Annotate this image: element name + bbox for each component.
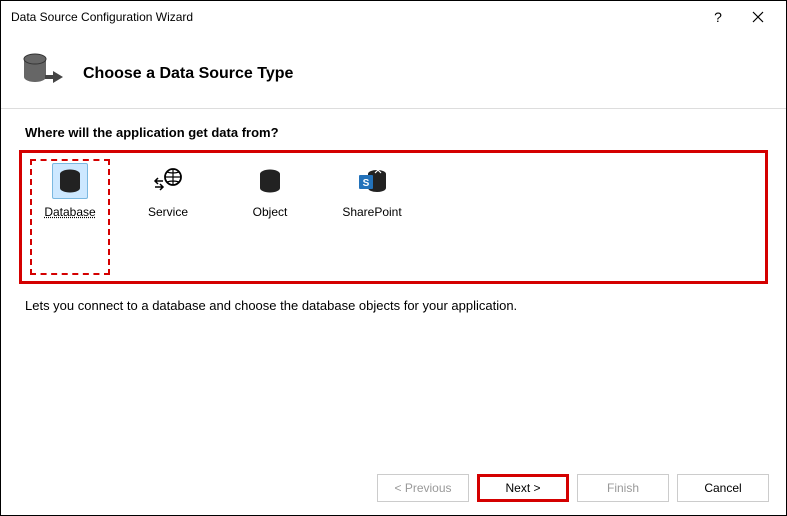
finish-button: Finish	[577, 474, 669, 502]
close-button[interactable]	[738, 3, 778, 31]
option-label: Database	[44, 205, 95, 219]
wizard-footer: < Previous Next > Finish Cancel	[0, 462, 787, 516]
option-sharepoint[interactable]: S SharePoint	[332, 163, 412, 271]
question-label: Where will the application get data from…	[19, 125, 768, 140]
previous-button: < Previous	[377, 474, 469, 502]
option-label: SharePoint	[342, 205, 401, 219]
window-title: Data Source Configuration Wizard	[11, 10, 698, 24]
titlebar: Data Source Configuration Wizard ?	[1, 1, 786, 33]
option-service[interactable]: Service	[128, 163, 208, 271]
options-panel: Database Service Object	[19, 150, 768, 284]
service-icon	[153, 167, 183, 195]
object-icon	[256, 167, 284, 195]
database-icon	[56, 167, 84, 195]
close-icon	[752, 11, 764, 23]
help-button[interactable]: ?	[698, 3, 738, 31]
cancel-button[interactable]: Cancel	[677, 474, 769, 502]
option-description: Lets you connect to a database and choos…	[19, 284, 768, 327]
option-label: Object	[253, 205, 288, 219]
sharepoint-icon: S	[357, 167, 387, 195]
svg-text:S: S	[363, 178, 370, 189]
wizard-heading: Choose a Data Source Type	[83, 65, 293, 83]
option-object[interactable]: Object	[230, 163, 310, 271]
wizard-content: Where will the application get data from…	[1, 108, 786, 327]
option-label: Service	[148, 205, 188, 219]
next-button[interactable]: Next >	[477, 474, 569, 502]
database-header-icon	[21, 51, 65, 96]
option-database[interactable]: Database	[30, 159, 110, 275]
wizard-header: Choose a Data Source Type	[1, 33, 786, 104]
